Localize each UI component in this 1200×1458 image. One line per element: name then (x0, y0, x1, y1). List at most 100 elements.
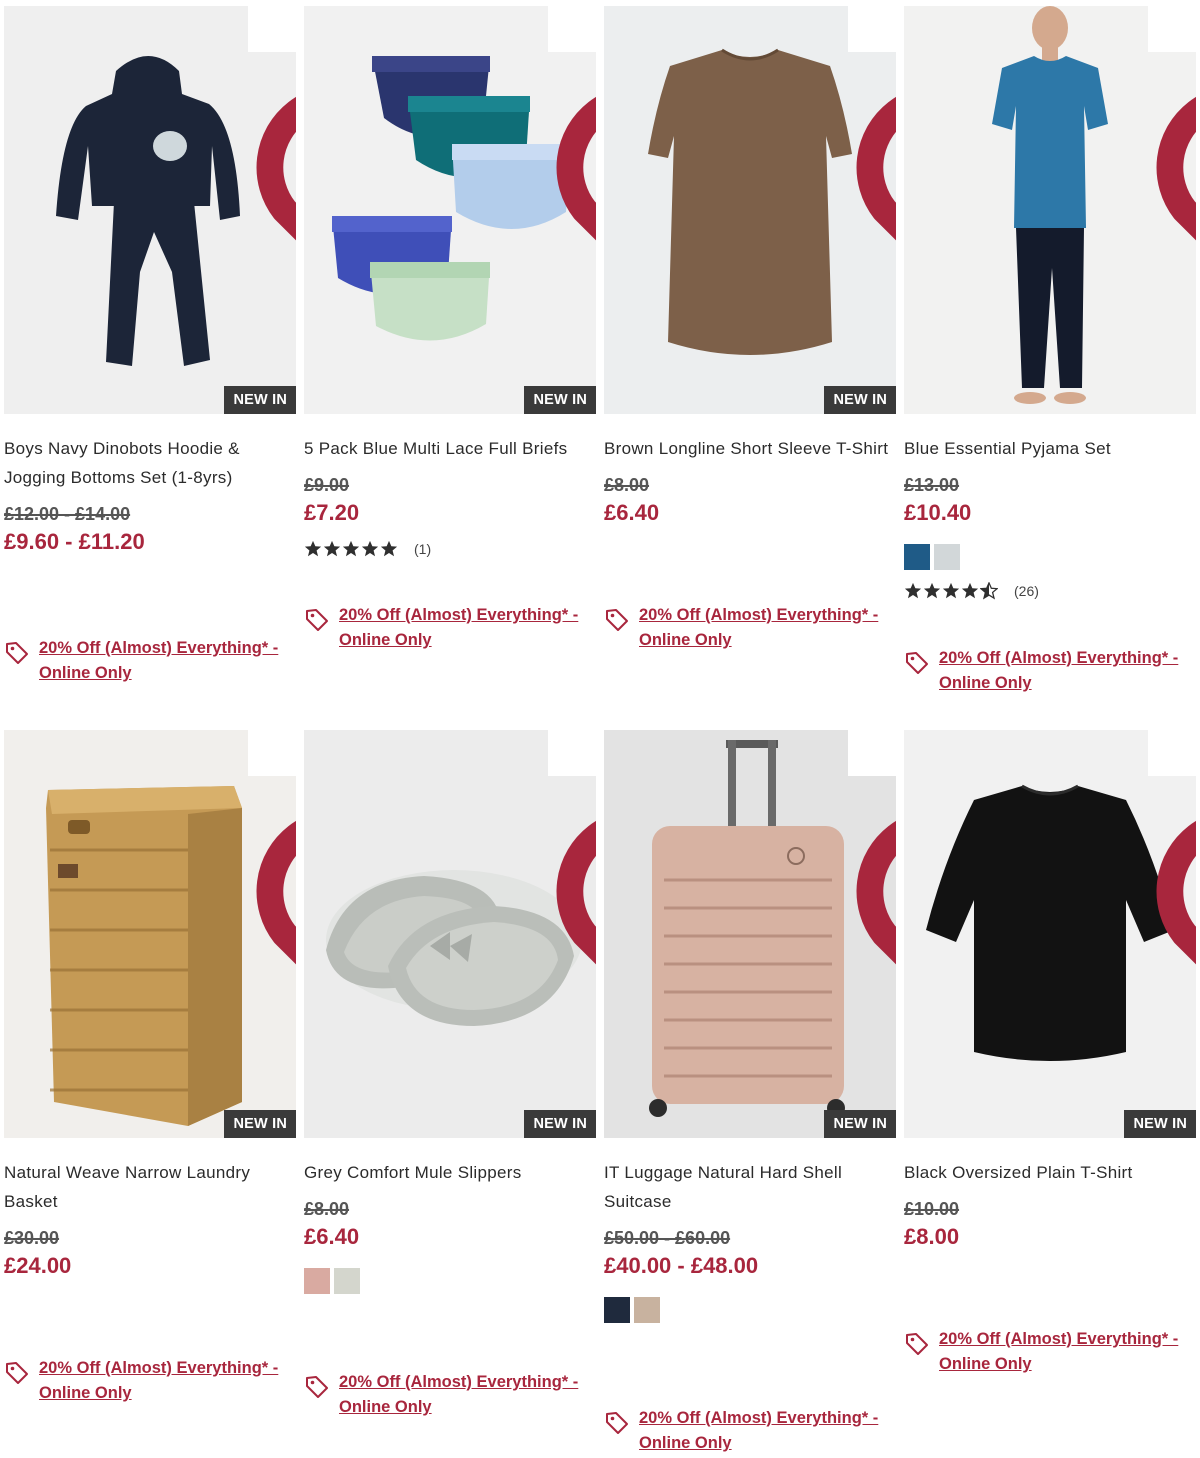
product-card[interactable]: NEW IN Black Oversized Plain T-Shirt £10… (904, 730, 1196, 1454)
product-image[interactable]: NEW IN (304, 730, 596, 1138)
original-price: £10.00 (904, 1199, 960, 1219)
tag-icon (906, 652, 928, 674)
new-in-badge: NEW IN (224, 386, 296, 414)
promo-text[interactable]: 20% Off (Almost) Everything* - Online On… (639, 1406, 879, 1456)
heart-icon (556, 96, 596, 241)
colour-swatch-natural[interactable] (634, 1297, 660, 1323)
product-card[interactable]: NEW IN IT Luggage Natural Hard Shell Sui… (604, 730, 896, 1454)
rating-stars (304, 540, 398, 558)
wishlist-button[interactable] (248, 6, 296, 241)
colour-swatches (904, 544, 1196, 570)
promo-text[interactable]: 20% Off (Almost) Everything* - Online On… (939, 646, 1179, 696)
heart-icon (256, 96, 296, 241)
rating[interactable]: (1) (304, 540, 596, 558)
product-image[interactable]: NEW IN (304, 6, 596, 414)
promo-link[interactable]: 20% Off (Almost) Everything* - Online On… (304, 1370, 579, 1420)
star-icon (904, 582, 922, 599)
star-icon (323, 540, 341, 557)
star-icon (361, 540, 379, 557)
heart-icon (856, 96, 896, 241)
product-title[interactable]: Natural Weave Narrow Laundry Basket (4, 1158, 296, 1216)
wishlist-button[interactable] (248, 730, 296, 965)
tag-icon (906, 1333, 928, 1355)
promo-text[interactable]: 20% Off (Almost) Everything* - Online On… (39, 636, 279, 686)
colour-swatch-grey[interactable] (334, 1268, 360, 1294)
promo-link[interactable]: 20% Off (Almost) Everything* - Online On… (904, 646, 1179, 696)
star-half-icon (980, 582, 998, 600)
new-in-badge: NEW IN (1124, 1110, 1196, 1138)
promo-link[interactable]: 20% Off (Almost) Everything* - Online On… (304, 603, 579, 653)
original-price: £13.00 (904, 475, 960, 495)
new-in-badge: NEW IN (824, 386, 896, 414)
rating-stars (904, 582, 998, 600)
promo-text[interactable]: 20% Off (Almost) Everything* - Online On… (339, 603, 579, 653)
colour-swatches (604, 1297, 896, 1323)
original-price: £30.00 (4, 1228, 60, 1248)
product-title[interactable]: 5 Pack Blue Multi Lace Full Briefs (304, 434, 596, 463)
star-icon (942, 582, 960, 599)
sale-price: £6.40 (604, 500, 660, 525)
sale-price: £40.00 - £48.00 (604, 1253, 759, 1278)
tag-icon (606, 609, 628, 631)
promo-link[interactable]: 20% Off (Almost) Everything* - Online On… (604, 1406, 879, 1456)
colour-swatch-grey[interactable] (934, 544, 960, 570)
product-grid: NEW IN Boys Navy Dinobots Hoodie & Joggi… (4, 6, 1196, 1454)
heart-icon (1156, 820, 1196, 965)
heart-icon (1156, 96, 1196, 241)
colour-swatches (304, 1268, 596, 1294)
promo-text[interactable]: 20% Off (Almost) Everything* - Online On… (39, 1356, 279, 1406)
rating[interactable]: (26) (904, 582, 1196, 600)
product-title[interactable]: Blue Essential Pyjama Set (904, 434, 1196, 463)
original-price: £9.00 (304, 475, 350, 495)
sale-price: £24.00 (4, 1253, 72, 1278)
new-in-badge: NEW IN (824, 1110, 896, 1138)
product-card[interactable]: NEW IN Natural Weave Narrow Laundry Bask… (4, 730, 296, 1454)
wishlist-button[interactable] (548, 6, 596, 241)
product-title[interactable]: Boys Navy Dinobots Hoodie & Jogging Bott… (4, 434, 296, 492)
product-image[interactable] (904, 6, 1196, 414)
product-image[interactable]: NEW IN (604, 730, 896, 1138)
product-image[interactable]: NEW IN (604, 6, 896, 414)
wishlist-button[interactable] (1148, 730, 1196, 965)
promo-link[interactable]: 20% Off (Almost) Everything* - Online On… (904, 1327, 1179, 1377)
tag-icon (306, 609, 328, 631)
product-card[interactable]: Blue Essential Pyjama Set £13.00 £10.40 … (904, 6, 1196, 730)
sale-price: £9.60 - £11.20 (4, 529, 145, 554)
tag-icon (6, 642, 28, 664)
product-title[interactable]: Brown Longline Short Sleeve T-Shirt (604, 434, 896, 463)
promo-link[interactable]: 20% Off (Almost) Everything* - Online On… (604, 603, 879, 653)
promo-link[interactable]: 20% Off (Almost) Everything* - Online On… (4, 636, 279, 686)
star-icon (304, 540, 322, 557)
promo-text[interactable]: 20% Off (Almost) Everything* - Online On… (639, 603, 879, 653)
wishlist-button[interactable] (848, 6, 896, 241)
product-title[interactable]: IT Luggage Natural Hard Shell Suitcase (604, 1158, 896, 1216)
product-image[interactable]: NEW IN (904, 730, 1196, 1138)
product-card[interactable]: NEW IN 5 Pack Blue Multi Lace Full Brief… (304, 6, 596, 730)
promo-link[interactable]: 20% Off (Almost) Everything* - Online On… (4, 1356, 279, 1406)
product-image[interactable]: NEW IN (4, 6, 296, 414)
wishlist-button[interactable] (848, 730, 896, 965)
new-in-badge: NEW IN (524, 386, 596, 414)
colour-swatch-navy[interactable] (604, 1297, 630, 1323)
product-image[interactable]: NEW IN (4, 730, 296, 1138)
review-count: (1) (414, 541, 432, 557)
wishlist-button[interactable] (1148, 6, 1196, 241)
heart-icon (256, 820, 296, 965)
product-title[interactable]: Grey Comfort Mule Slippers (304, 1158, 596, 1187)
review-count: (26) (1014, 583, 1039, 599)
star-icon (923, 582, 941, 599)
tag-icon (306, 1376, 328, 1398)
promo-text[interactable]: 20% Off (Almost) Everything* - Online On… (339, 1370, 579, 1420)
promo-text[interactable]: 20% Off (Almost) Everything* - Online On… (939, 1327, 1179, 1377)
product-card[interactable]: NEW IN Boys Navy Dinobots Hoodie & Joggi… (4, 6, 296, 730)
product-card[interactable]: NEW IN Grey Comfort Mule Slippers £8.00 … (304, 730, 596, 1454)
heart-icon (856, 820, 896, 965)
original-price: £8.00 (604, 475, 650, 495)
heart-icon (556, 820, 596, 965)
product-card[interactable]: NEW IN Brown Longline Short Sleeve T-Shi… (604, 6, 896, 730)
colour-swatch-pink[interactable] (304, 1268, 330, 1294)
colour-swatch-blue[interactable] (904, 544, 930, 570)
original-price: £8.00 (304, 1199, 350, 1219)
wishlist-button[interactable] (548, 730, 596, 965)
product-title[interactable]: Black Oversized Plain T-Shirt (904, 1158, 1196, 1187)
